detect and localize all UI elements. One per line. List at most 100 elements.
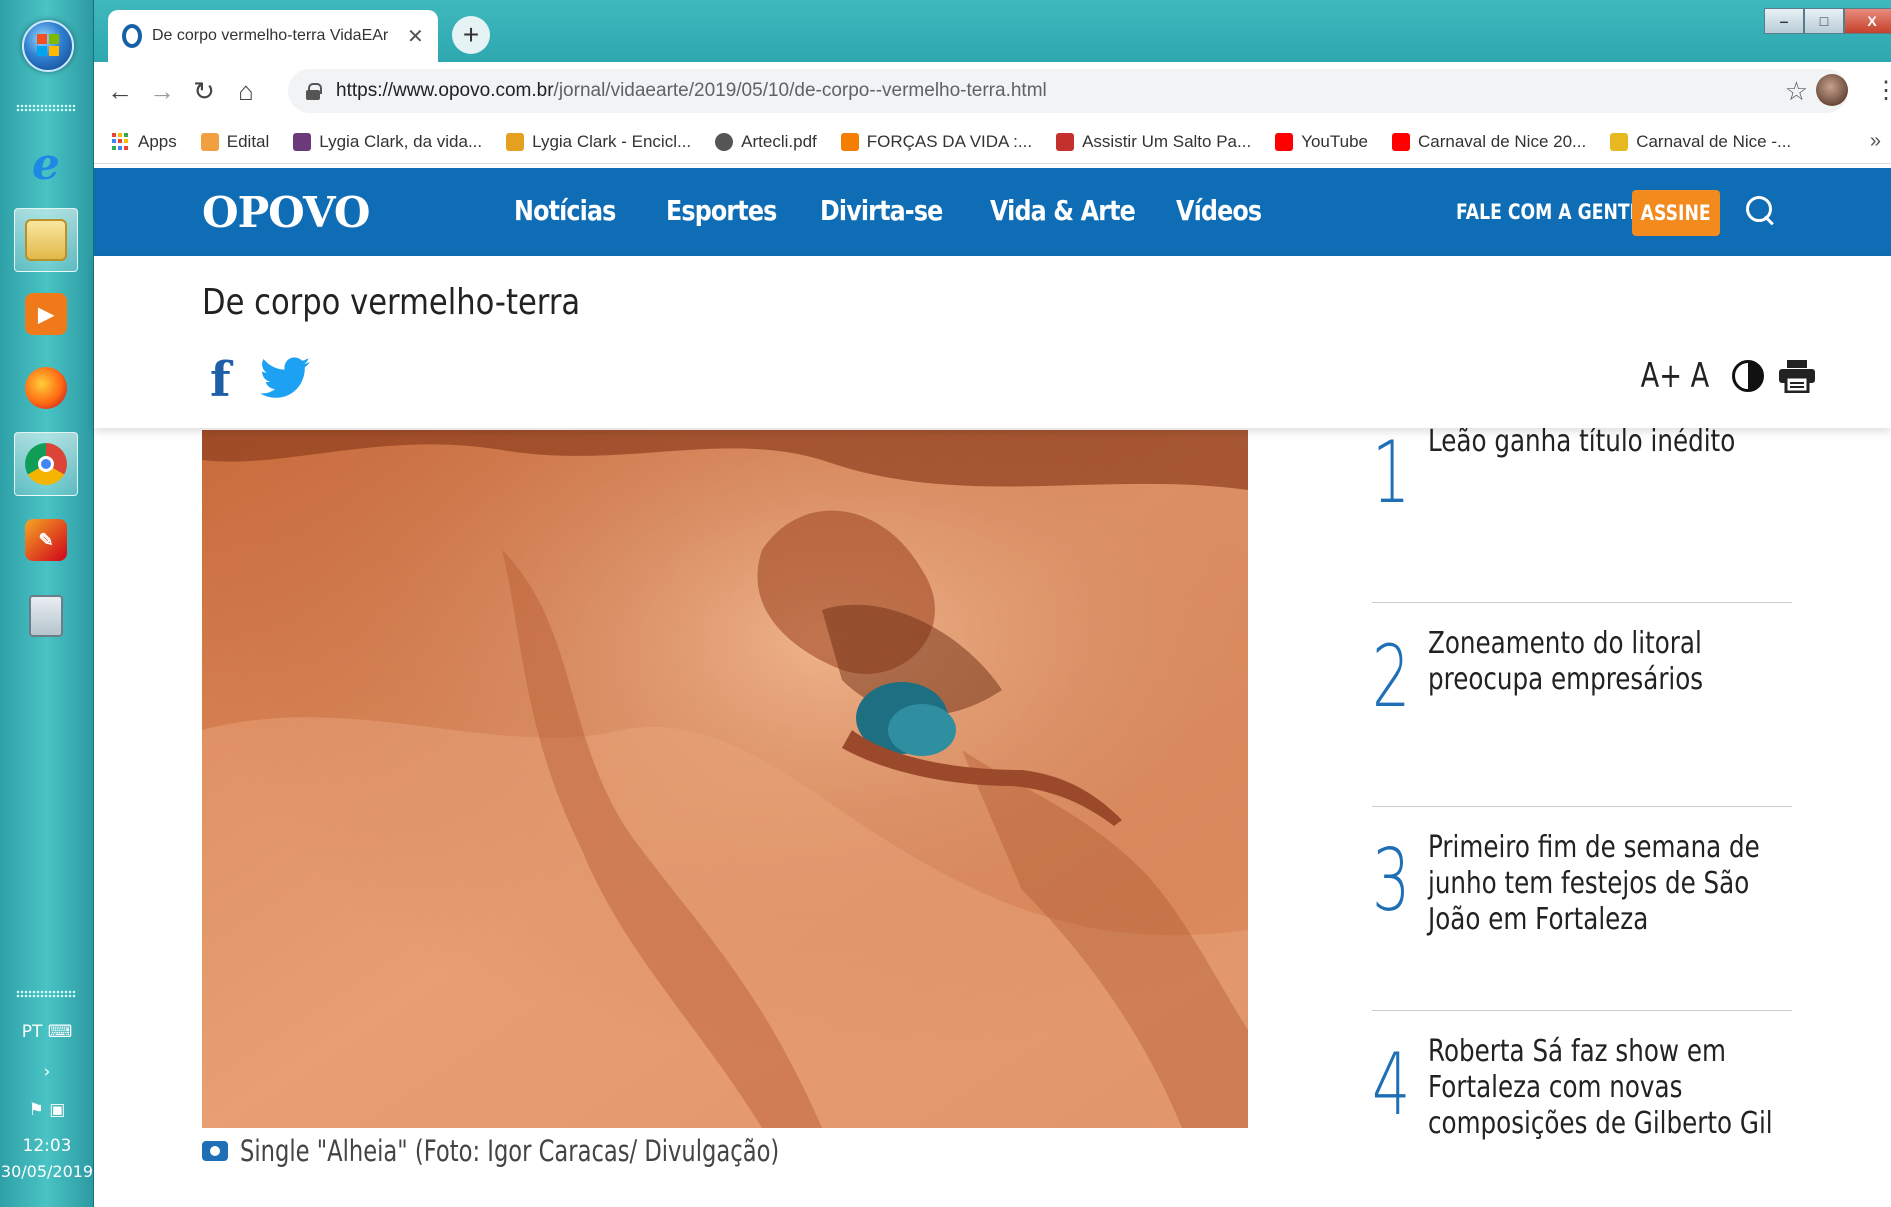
bookmark-label: Carnaval de Nice 20... — [1418, 131, 1587, 151]
bookmark-item[interactable]: Carnaval de Nice 20... — [1392, 132, 1586, 152]
window-controls: ‒ □ X — [1764, 8, 1891, 36]
ranking-title[interactable]: Primeiro fim de semana de junho tem fest… — [1428, 830, 1789, 938]
print-icon[interactable] — [1778, 359, 1816, 393]
bookmark-item[interactable]: Lygia Clark, da vida... — [293, 132, 482, 152]
bookmark-item[interactable]: Apps — [112, 132, 177, 152]
photo-caption: Single "Alheia" (Foto: Igor Caracas/ Div… — [202, 1134, 931, 1168]
ranking-item[interactable]: 3 Primeiro fim de semana de junho tem fe… — [1372, 828, 1792, 1028]
bookmark-label: Lygia Clark, da vida... — [319, 131, 483, 151]
nav-divirta-se[interactable]: Divirta-se — [820, 194, 943, 227]
tray-expand-icon[interactable]: › — [0, 1062, 94, 1082]
taskbar-firefox[interactable] — [14, 356, 78, 420]
bookmark-label: Apps — [138, 131, 177, 151]
article-photo — [202, 430, 1248, 1128]
clock-time[interactable]: 12:03 — [0, 1136, 94, 1156]
bookmark-label: Edital — [226, 131, 270, 151]
url-host: https://www.opovo.com.br — [336, 80, 554, 101]
bookmark-item[interactable]: Carnaval de Nice -... — [1610, 132, 1791, 152]
ranking-divider — [1372, 806, 1792, 807]
ranking-item[interactable]: 4 Roberta Sá faz show em Fortaleza com n… — [1372, 1032, 1792, 1207]
bookmark-item[interactable]: FORÇAS DA VIDA :... — [840, 132, 1032, 152]
nav-vida-arte[interactable]: Vida & Arte — [990, 194, 1136, 227]
tab-close-icon[interactable]: ✕ — [407, 24, 424, 49]
browser-menu-icon[interactable]: ⋮ — [1874, 76, 1891, 105]
ranking-item[interactable]: 2 Zoneamento do litoral preocupa empresá… — [1372, 624, 1792, 824]
clock-date[interactable]: 30/05/2019 — [0, 1162, 94, 1181]
minimize-button[interactable]: ‒ — [1764, 8, 1804, 34]
lock-icon[interactable] — [306, 83, 322, 100]
profile-avatar[interactable] — [1816, 74, 1848, 106]
taskbar-app[interactable]: ✎ — [14, 508, 78, 572]
fale-com-a-gente-link[interactable]: FALE COM A GENTE — [1456, 200, 1641, 224]
nav-noticias[interactable]: Notícias — [514, 194, 616, 227]
maximize-button[interactable]: □ — [1804, 8, 1844, 34]
bookmark-item[interactable]: Lygia Clark - Encicl... — [506, 132, 691, 152]
bookmarks-overflow-button[interactable]: » — [1870, 130, 1881, 153]
opera-favicon-icon — [122, 24, 142, 48]
ranking-number: 1 — [1372, 423, 1411, 523]
ranking-number: 4 — [1372, 1035, 1411, 1135]
url-path: /jornal/vidaearte/2019/05/10/de-corpo--v… — [553, 80, 1047, 101]
camera-icon — [202, 1141, 228, 1161]
calculator-icon — [29, 595, 63, 637]
taskbar-grip-bottom — [16, 990, 76, 998]
chrome-icon — [25, 443, 67, 485]
back-button[interactable]: ← — [100, 71, 140, 111]
taskbar-calculator[interactable] — [14, 584, 78, 648]
action-center-icon[interactable]: ⚑ ▣ — [0, 1100, 94, 1120]
ranking-title[interactable]: Roberta Sá faz show em Fortaleza com nov… — [1428, 1034, 1789, 1142]
font-increase-button[interactable]: A+ A — [1641, 356, 1710, 396]
address-bar[interactable]: https://www.opovo.com.br/jornal/vidaeart… — [288, 69, 1848, 113]
windows-taskbar: e ▶ ✎ PT ⌨ › ⚑ ▣ 12:03 30/05/2019 — [0, 0, 94, 1207]
bookmarks-bar: Apps Edital Lygia Clark, da vida... Lygia C… — [94, 120, 1891, 164]
ranking-item[interactable]: 1 Leão ganha título inédito — [1372, 420, 1792, 620]
taskbar-internet-explorer[interactable]: e — [14, 132, 78, 196]
facebook-share-icon[interactable]: f — [210, 356, 231, 404]
new-tab-button[interactable]: + — [452, 16, 490, 54]
language-indicator[interactable]: PT ⌨ — [0, 1022, 94, 1042]
taskbar-media-player[interactable]: ▶ — [14, 282, 78, 346]
ranking-number: 2 — [1372, 627, 1411, 727]
bookmark-item[interactable]: Artecli.pdf — [715, 132, 817, 152]
forward-button[interactable]: → — [142, 71, 182, 111]
close-window-button[interactable]: X — [1844, 8, 1891, 34]
windows-start-button[interactable] — [22, 20, 74, 72]
caption-text: Single "Alheia" (Foto: Igor Caracas/ Div… — [240, 1134, 780, 1168]
bookmark-star-icon[interactable]: ☆ — [1785, 76, 1808, 107]
youtube-icon — [1392, 132, 1410, 151]
tab-active[interactable]: De corpo vermelho-terra VidaEAr ✕ — [108, 10, 438, 62]
bookmark-label: Assistir Um Salto Pa... — [1082, 131, 1252, 151]
youtube-icon — [1275, 132, 1294, 151]
article-header: De corpo vermelho-terra f A+ A — [94, 256, 1891, 428]
bookmark-label: Lygia Clark - Encicl... — [532, 131, 692, 151]
bookmark-item[interactable]: Edital — [200, 131, 270, 152]
taskbar-chrome[interactable] — [14, 432, 78, 496]
ranking-divider — [1372, 602, 1792, 603]
nav-videos[interactable]: Vídeos — [1176, 194, 1262, 227]
edital-icon — [200, 132, 219, 151]
sandstone-photo-image — [202, 430, 1248, 1128]
nav-esportes[interactable]: Esportes — [666, 194, 777, 227]
bookmark-label: YouTube — [1301, 131, 1368, 151]
opovo-logo[interactable]: OPOVO — [202, 188, 370, 237]
enciclopedia-icon — [506, 132, 525, 151]
ranking-divider — [1372, 1010, 1792, 1011]
bookmark-item[interactable]: Assistir Um Salto Pa... — [1056, 132, 1251, 152]
assine-button[interactable]: ASSINE — [1632, 190, 1720, 236]
bookmark-item[interactable]: YouTube — [1275, 132, 1368, 152]
home-button[interactable]: ⌂ — [226, 71, 266, 111]
contrast-icon[interactable] — [1731, 360, 1764, 392]
assine-label: ASSINE — [1641, 201, 1711, 225]
twitter-share-icon[interactable] — [260, 356, 310, 400]
reload-button[interactable]: ↻ — [184, 71, 224, 111]
browser-window: De corpo vermelho-terra VidaEAr ✕ + ‒ □ … — [94, 0, 1891, 1207]
ranking-title[interactable]: Zoneamento do litoral preocupa empresári… — [1428, 626, 1789, 698]
ranking-title[interactable]: Leão ganha título inédito — [1428, 424, 1789, 460]
taskbar-grip — [16, 104, 76, 112]
search-icon[interactable] — [1744, 194, 1778, 228]
media-player-icon: ▶ — [25, 293, 67, 335]
apps-grid-icon — [112, 132, 130, 151]
taskbar-file-explorer[interactable] — [14, 208, 78, 272]
browser-toolbar: ← → ↻ ⌂ https://www.opovo.com.br/jornal/… — [94, 62, 1891, 120]
folder-icon — [25, 219, 67, 261]
